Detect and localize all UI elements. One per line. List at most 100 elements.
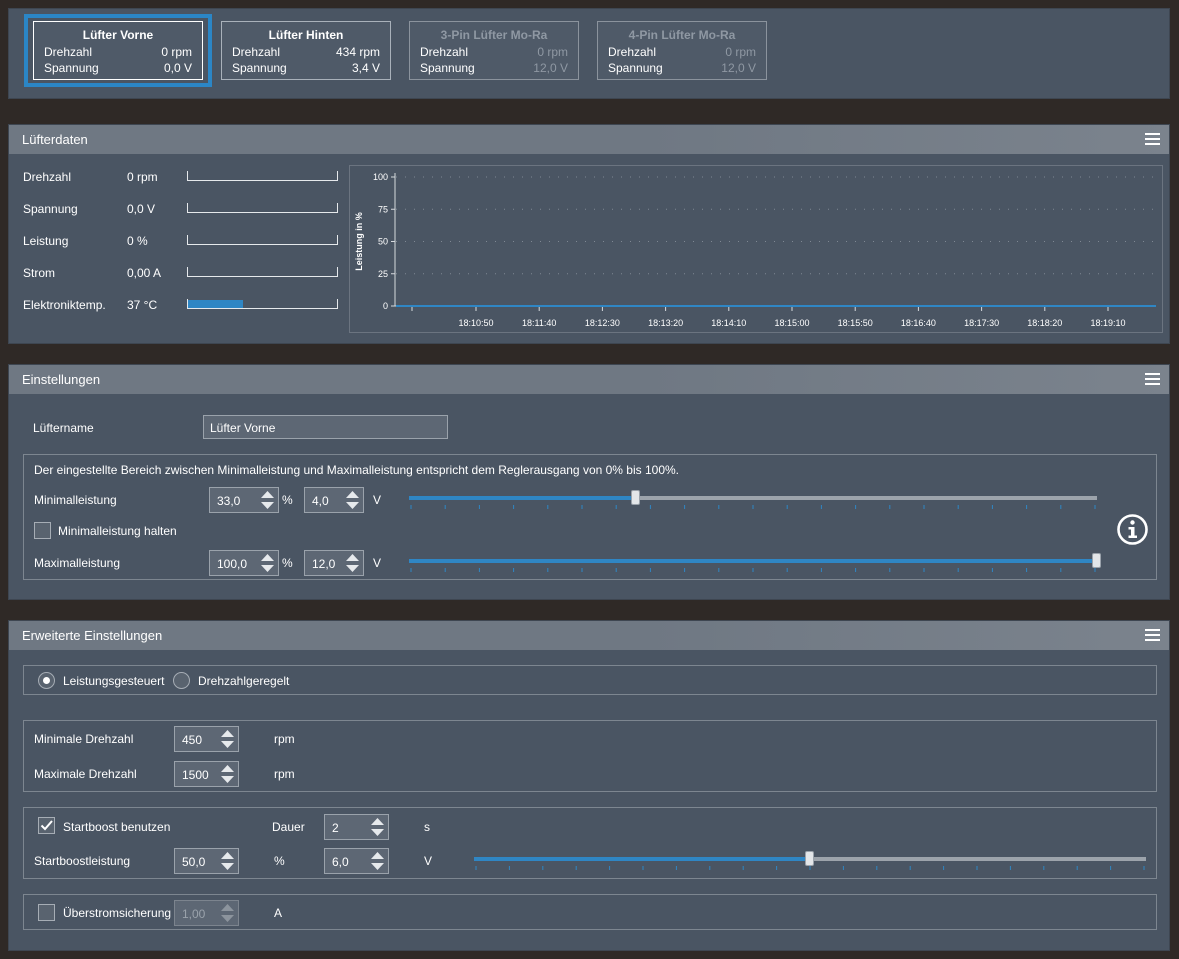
voltage-label: Spannung xyxy=(44,61,99,75)
hold-min-power-checkbox[interactable] xyxy=(34,522,51,539)
percent-unit: % xyxy=(282,556,293,570)
startboost-voltage-stepper[interactable]: 6,0 xyxy=(324,848,389,874)
control-mode-group: Leistungsgesteuert Drehzahlgeregelt xyxy=(23,665,1157,695)
slider-thumb[interactable] xyxy=(1092,553,1101,568)
x-tick-label: 18:18:20 xyxy=(1027,318,1062,328)
max-power-voltage-stepper[interactable]: 12,0 xyxy=(304,550,364,576)
fan-card-3pin-mora[interactable]: 3-Pin Lüfter Mo-Ra Drehzahl 0 rpm Spannun… xyxy=(409,21,579,80)
settings-panel: Einstellungen Lüftername Lüfter Vorne De… xyxy=(8,364,1170,600)
panel-title: Lüfterdaten xyxy=(22,132,88,147)
data-value: 0,00 A xyxy=(127,266,162,280)
max-power-percent-stepper[interactable]: 100,0 xyxy=(209,550,279,576)
x-tick-label: 18:17:30 xyxy=(964,318,999,328)
stepper-arrows-icon[interactable] xyxy=(220,764,235,784)
fan-card-front[interactable]: Lüfter Vorne Drehzahl 0 rpm Spannung 0,0 V xyxy=(33,21,203,80)
min-speed-label: Minimale Drehzahl xyxy=(34,732,134,746)
speed-label: Drehzahl xyxy=(608,45,657,59)
speed-controlled-radio[interactable] xyxy=(173,672,190,689)
panel-header: Erweiterte Einstellungen xyxy=(9,621,1169,650)
min-speed-stepper[interactable]: 450 xyxy=(174,726,239,752)
data-value: 0 % xyxy=(127,234,148,248)
hamburger-menu-icon[interactable] xyxy=(1145,373,1160,386)
gauge-fill xyxy=(188,300,244,308)
duration-stepper[interactable]: 2 xyxy=(324,814,389,840)
x-tick-label: 18:15:50 xyxy=(838,318,873,328)
fan-card-rear[interactable]: Lüfter Hinten Drehzahl 434 rpm Spannung 3,… xyxy=(221,21,391,80)
y-tick-label: 100 xyxy=(373,172,388,182)
duration-label: Dauer xyxy=(272,820,305,834)
hamburger-menu-icon[interactable] xyxy=(1145,133,1160,146)
voltage-unit: V xyxy=(373,556,382,570)
percent-unit: % xyxy=(274,854,285,868)
stepper-arrows-icon[interactable] xyxy=(260,553,275,573)
speed-label: Drehzahl xyxy=(232,45,281,59)
speed-label: Drehzahl xyxy=(44,45,93,59)
stepper-value: 4,0 xyxy=(312,494,329,508)
max-speed-stepper[interactable]: 1500 xyxy=(174,761,239,787)
seconds-unit: s xyxy=(424,820,430,834)
slider-fill xyxy=(409,496,637,500)
slider-ticks xyxy=(410,568,1096,572)
hamburger-menu-icon[interactable] xyxy=(1145,629,1160,642)
stepper-arrows-icon[interactable] xyxy=(370,851,385,871)
info-icon[interactable] xyxy=(1116,513,1149,546)
x-tick-label: 18:15:00 xyxy=(774,318,809,328)
min-power-voltage-stepper[interactable]: 4,0 xyxy=(304,487,364,513)
slider-thumb[interactable] xyxy=(805,851,814,866)
startboost-group: Startboost benutzen Dauer 2 s Startboost… xyxy=(23,807,1157,879)
range-note: Der eingestellte Bereich zwischen Minima… xyxy=(34,463,679,477)
startboost-slider[interactable] xyxy=(474,851,1146,866)
stepper-arrows-icon[interactable] xyxy=(345,553,360,573)
slider-thumb[interactable] xyxy=(631,490,641,505)
y-tick-label: 50 xyxy=(378,237,388,247)
fan-card-4pin-mora[interactable]: 4-Pin Lüfter Mo-Ra Drehzahl 0 rpm Spannun… xyxy=(597,21,767,80)
speed-controlled-label: Drehzahlgeregelt xyxy=(198,674,290,688)
x-tick-label: 18:19:10 xyxy=(1090,318,1125,328)
max-power-label: Maximalleistung xyxy=(34,556,121,570)
fan-name: 3-Pin Lüfter Mo-Ra xyxy=(440,28,548,42)
max-power-slider[interactable] xyxy=(409,553,1101,568)
stepper-arrows-icon[interactable] xyxy=(220,903,235,923)
stepper-arrows-icon[interactable] xyxy=(260,490,275,510)
power-chart: 100 75 50 25 0 Leistung in % 18:10:50 18:11:40 1… xyxy=(349,165,1163,333)
x-tick-label: 18:16:40 xyxy=(901,318,936,328)
stepper-arrows-icon[interactable] xyxy=(220,729,235,749)
power-controlled-radio[interactable] xyxy=(38,672,55,689)
stepper-value: 1500 xyxy=(182,768,209,782)
data-value: 0 rpm xyxy=(127,170,158,184)
overcurrent-stepper[interactable]: 1,00 xyxy=(174,900,239,926)
voltage-gauge xyxy=(187,203,338,213)
power-range-group: Der eingestellte Bereich zwischen Minima… xyxy=(23,454,1157,580)
fan-name-input[interactable]: Lüfter Vorne xyxy=(203,415,448,439)
stepper-value: 100,0 xyxy=(217,557,248,571)
x-tick-label: 18:11:40 xyxy=(522,318,556,328)
overcurrent-checkbox[interactable] xyxy=(38,904,55,921)
startboost-power-label: Startboostleistung xyxy=(34,854,131,868)
startboost-label: Startboost benutzen xyxy=(63,820,171,834)
rpm-unit: rpm xyxy=(274,767,295,781)
speed-value: 0 rpm xyxy=(537,45,568,59)
y-tick-label: 0 xyxy=(383,301,388,311)
speed-label: Drehzahl xyxy=(420,45,469,59)
min-power-slider[interactable] xyxy=(409,490,1097,505)
stepper-value: 1,00 xyxy=(182,907,206,921)
y-axis-label: Leistung in % xyxy=(354,212,364,271)
startboost-checkbox[interactable] xyxy=(38,817,55,834)
y-tick-label: 75 xyxy=(378,204,388,214)
stepper-arrows-icon[interactable] xyxy=(370,817,385,837)
data-label: Elektroniktemp. xyxy=(23,298,106,312)
overcurrent-label: Überstromsicherung xyxy=(63,906,172,920)
stepper-value: 450 xyxy=(182,733,203,747)
startboost-percent-stepper[interactable]: 50,0 xyxy=(174,848,239,874)
checkmark-icon xyxy=(40,820,53,831)
fan-name: Lüfter Vorne xyxy=(82,28,154,42)
stepper-arrows-icon[interactable] xyxy=(220,851,235,871)
voltage-value: 12,0 V xyxy=(721,61,756,75)
fan-name: 4-Pin Lüfter Mo-Ra xyxy=(628,28,736,42)
slider-fill xyxy=(474,857,810,861)
panel-header: Lüfterdaten xyxy=(9,125,1169,154)
stepper-arrows-icon[interactable] xyxy=(345,490,360,510)
min-power-percent-stepper[interactable]: 33,0 xyxy=(209,487,279,513)
speed-gauge xyxy=(187,171,338,181)
data-value: 0,0 V xyxy=(127,202,156,216)
